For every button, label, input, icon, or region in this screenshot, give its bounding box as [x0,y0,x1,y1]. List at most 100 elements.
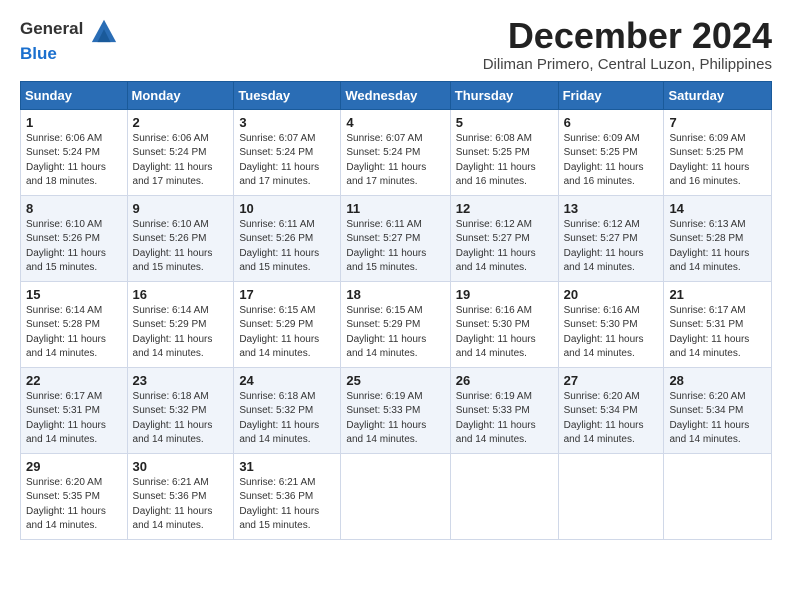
logo: General Blue [20,16,118,64]
calendar-cell: 19 Sunrise: 6:16 AMSunset: 5:30 PMDaylig… [450,281,558,367]
logo-icon [90,16,118,44]
day-number: 16 [133,287,229,302]
cell-text: Sunrise: 6:19 AMSunset: 5:33 PMDaylight:… [346,391,426,446]
day-number: 5 [456,115,553,130]
calendar-cell: 15 Sunrise: 6:14 AMSunset: 5:28 PMDaylig… [21,281,128,367]
cell-text: Sunrise: 6:11 AMSunset: 5:26 PMDaylight:… [239,219,319,274]
calendar-cell: 23 Sunrise: 6:18 AMSunset: 5:32 PMDaylig… [127,367,234,453]
month-title: December 2024 [483,16,772,56]
logo-general-text: General [20,19,83,38]
day-number: 25 [346,373,444,388]
cell-text: Sunrise: 6:13 AMSunset: 5:28 PMDaylight:… [669,219,749,274]
calendar-cell: 25 Sunrise: 6:19 AMSunset: 5:33 PMDaylig… [341,367,450,453]
cell-text: Sunrise: 6:19 AMSunset: 5:33 PMDaylight:… [456,391,536,446]
day-number: 20 [564,287,659,302]
calendar-cell: 2 Sunrise: 6:06 AMSunset: 5:24 PMDayligh… [127,109,234,195]
calendar-body: 1 Sunrise: 6:06 AMSunset: 5:24 PMDayligh… [21,109,772,539]
calendar-cell [558,453,664,539]
calendar-cell: 12 Sunrise: 6:12 AMSunset: 5:27 PMDaylig… [450,195,558,281]
cell-text: Sunrise: 6:14 AMSunset: 5:29 PMDaylight:… [133,305,213,360]
day-number: 3 [239,115,335,130]
calendar-cell: 28 Sunrise: 6:20 AMSunset: 5:34 PMDaylig… [664,367,772,453]
calendar-week-row: 29 Sunrise: 6:20 AMSunset: 5:35 PMDaylig… [21,453,772,539]
day-number: 22 [26,373,122,388]
calendar-day-header: Wednesday [341,81,450,109]
calendar-cell: 26 Sunrise: 6:19 AMSunset: 5:33 PMDaylig… [450,367,558,453]
day-number: 1 [26,115,122,130]
day-number: 4 [346,115,444,130]
cell-text: Sunrise: 6:08 AMSunset: 5:25 PMDaylight:… [456,133,536,188]
calendar-week-row: 8 Sunrise: 6:10 AMSunset: 5:26 PMDayligh… [21,195,772,281]
calendar-cell [341,453,450,539]
calendar-cell: 27 Sunrise: 6:20 AMSunset: 5:34 PMDaylig… [558,367,664,453]
day-number: 12 [456,201,553,216]
calendar-cell: 6 Sunrise: 6:09 AMSunset: 5:25 PMDayligh… [558,109,664,195]
calendar-day-header: Friday [558,81,664,109]
day-number: 31 [239,459,335,474]
cell-text: Sunrise: 6:12 AMSunset: 5:27 PMDaylight:… [456,219,536,274]
calendar-cell: 21 Sunrise: 6:17 AMSunset: 5:31 PMDaylig… [664,281,772,367]
calendar-week-row: 1 Sunrise: 6:06 AMSunset: 5:24 PMDayligh… [21,109,772,195]
day-number: 23 [133,373,229,388]
calendar-day-header: Saturday [664,81,772,109]
page-header: General Blue December 2024 Diliman Prime… [20,16,772,73]
cell-text: Sunrise: 6:20 AMSunset: 5:34 PMDaylight:… [669,391,749,446]
day-number: 8 [26,201,122,216]
day-number: 19 [456,287,553,302]
cell-text: Sunrise: 6:16 AMSunset: 5:30 PMDaylight:… [456,305,536,360]
calendar-cell: 20 Sunrise: 6:16 AMSunset: 5:30 PMDaylig… [558,281,664,367]
day-number: 14 [669,201,766,216]
calendar-cell [450,453,558,539]
calendar-day-header: Sunday [21,81,128,109]
title-block: December 2024 Diliman Primero, Central L… [483,16,772,73]
calendar-cell: 30 Sunrise: 6:21 AMSunset: 5:36 PMDaylig… [127,453,234,539]
cell-text: Sunrise: 6:09 AMSunset: 5:25 PMDaylight:… [564,133,644,188]
location-text: Diliman Primero, Central Luzon, Philippi… [483,56,772,73]
calendar-cell: 4 Sunrise: 6:07 AMSunset: 5:24 PMDayligh… [341,109,450,195]
day-number: 30 [133,459,229,474]
cell-text: Sunrise: 6:16 AMSunset: 5:30 PMDaylight:… [564,305,644,360]
calendar-cell: 22 Sunrise: 6:17 AMSunset: 5:31 PMDaylig… [21,367,128,453]
calendar-cell: 5 Sunrise: 6:08 AMSunset: 5:25 PMDayligh… [450,109,558,195]
calendar-week-row: 15 Sunrise: 6:14 AMSunset: 5:28 PMDaylig… [21,281,772,367]
calendar-cell: 14 Sunrise: 6:13 AMSunset: 5:28 PMDaylig… [664,195,772,281]
calendar-cell: 1 Sunrise: 6:06 AMSunset: 5:24 PMDayligh… [21,109,128,195]
day-number: 27 [564,373,659,388]
day-number: 10 [239,201,335,216]
cell-text: Sunrise: 6:17 AMSunset: 5:31 PMDaylight:… [26,391,106,446]
cell-text: Sunrise: 6:07 AMSunset: 5:24 PMDaylight:… [239,133,319,188]
calendar-cell: 29 Sunrise: 6:20 AMSunset: 5:35 PMDaylig… [21,453,128,539]
calendar-day-header: Tuesday [234,81,341,109]
calendar-cell: 31 Sunrise: 6:21 AMSunset: 5:36 PMDaylig… [234,453,341,539]
calendar-day-header: Monday [127,81,234,109]
cell-text: Sunrise: 6:12 AMSunset: 5:27 PMDaylight:… [564,219,644,274]
calendar-cell: 11 Sunrise: 6:11 AMSunset: 5:27 PMDaylig… [341,195,450,281]
cell-text: Sunrise: 6:07 AMSunset: 5:24 PMDaylight:… [346,133,426,188]
cell-text: Sunrise: 6:20 AMSunset: 5:34 PMDaylight:… [564,391,644,446]
cell-text: Sunrise: 6:15 AMSunset: 5:29 PMDaylight:… [239,305,319,360]
day-number: 2 [133,115,229,130]
day-number: 29 [26,459,122,474]
calendar-cell: 10 Sunrise: 6:11 AMSunset: 5:26 PMDaylig… [234,195,341,281]
calendar-cell: 9 Sunrise: 6:10 AMSunset: 5:26 PMDayligh… [127,195,234,281]
day-number: 13 [564,201,659,216]
cell-text: Sunrise: 6:18 AMSunset: 5:32 PMDaylight:… [239,391,319,446]
calendar-table: SundayMondayTuesdayWednesdayThursdayFrid… [20,81,772,540]
calendar-cell: 16 Sunrise: 6:14 AMSunset: 5:29 PMDaylig… [127,281,234,367]
day-number: 7 [669,115,766,130]
cell-text: Sunrise: 6:06 AMSunset: 5:24 PMDaylight:… [133,133,213,188]
day-number: 15 [26,287,122,302]
day-number: 21 [669,287,766,302]
calendar-cell: 7 Sunrise: 6:09 AMSunset: 5:25 PMDayligh… [664,109,772,195]
calendar-day-header: Thursday [450,81,558,109]
calendar-header-row: SundayMondayTuesdayWednesdayThursdayFrid… [21,81,772,109]
cell-text: Sunrise: 6:06 AMSunset: 5:24 PMDaylight:… [26,133,106,188]
calendar-cell: 24 Sunrise: 6:18 AMSunset: 5:32 PMDaylig… [234,367,341,453]
day-number: 17 [239,287,335,302]
cell-text: Sunrise: 6:21 AMSunset: 5:36 PMDaylight:… [133,477,213,532]
day-number: 18 [346,287,444,302]
calendar-cell: 3 Sunrise: 6:07 AMSunset: 5:24 PMDayligh… [234,109,341,195]
cell-text: Sunrise: 6:10 AMSunset: 5:26 PMDaylight:… [133,219,213,274]
day-number: 6 [564,115,659,130]
cell-text: Sunrise: 6:11 AMSunset: 5:27 PMDaylight:… [346,219,426,274]
